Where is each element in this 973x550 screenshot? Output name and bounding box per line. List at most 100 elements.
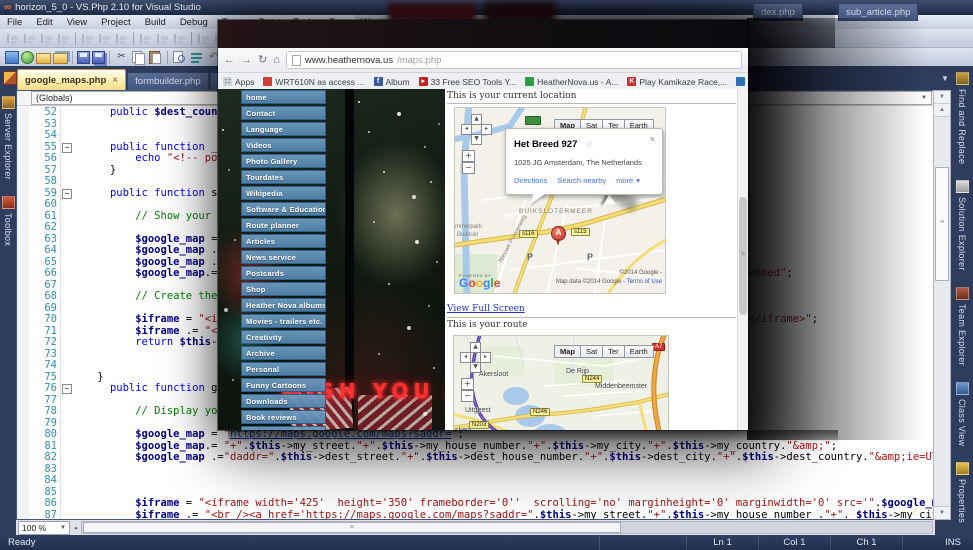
site-menu-videos[interactable]: Videos: [241, 138, 326, 152]
bookmark-apps[interactable]: ∷Apps: [223, 77, 254, 87]
site-menu-photo-gallery[interactable]: Photo Gallery: [241, 154, 326, 168]
close-icon[interactable]: ×: [650, 134, 655, 144]
home-icon[interactable]: ⌂: [273, 55, 280, 66]
collapse-icon[interactable]: −: [62, 143, 72, 153]
bookmark-eicra-com-web-de[interactable]: Eicra.com - Web De...: [736, 77, 748, 87]
site-menu-news-service[interactable]: News service: [241, 250, 326, 264]
indicator-margin[interactable]: [17, 153, 29, 165]
browser-scrollbar[interactable]: ≡: [737, 89, 748, 430]
align-lefts-icon[interactable]: [5, 32, 20, 45]
indicator-margin[interactable]: [17, 452, 29, 464]
indicator-margin[interactable]: [17, 291, 29, 303]
menu-edit[interactable]: Edit: [29, 15, 59, 29]
code-line-82[interactable]: 82 $google_map .="daddr=".$this->dest_st…: [17, 452, 934, 464]
bookmark-album[interactable]: fAlbum: [374, 77, 410, 87]
browser-scroll-thumb[interactable]: ≡: [739, 197, 747, 315]
indicator-margin[interactable]: [17, 268, 29, 280]
site-menu-movies-trailers-etc[interactable]: Movies - trailers etc.: [241, 314, 326, 328]
site-menu-creativity[interactable]: Creativity: [241, 330, 326, 344]
save-icon[interactable]: [77, 51, 90, 64]
scroll-up-icon[interactable]: ▲: [934, 104, 950, 117]
editor-vertical-scrollbar[interactable]: ▼ ▲ ≡ ▼: [933, 90, 951, 520]
indicator-margin[interactable]: [17, 314, 29, 326]
indicator-margin[interactable]: [17, 119, 29, 131]
menu-view[interactable]: View: [60, 15, 94, 29]
new-folder-icon[interactable]: [53, 53, 68, 64]
menu-build[interactable]: Build: [138, 15, 173, 29]
indicator-margin[interactable]: [17, 406, 29, 418]
site-menu-postcards[interactable]: Postcards: [241, 266, 326, 280]
menu-project[interactable]: Project: [94, 15, 138, 29]
info-link-more[interactable]: more: [616, 176, 633, 185]
terms-of-use-link[interactable]: Terms of Use: [627, 279, 662, 285]
tab-sub-article-php[interactable]: sub_article.php: [838, 3, 918, 21]
code-line-87[interactable]: 87 $iframe .= "<br /><a href='https://ma…: [17, 510, 934, 520]
split-dropdown-icon[interactable]: ▼: [934, 91, 950, 104]
map-type-map-button[interactable]: Map: [554, 345, 581, 358]
indicator-margin[interactable]: [17, 349, 29, 361]
indicator-margin[interactable]: [17, 372, 29, 384]
copy-icon[interactable]: [131, 50, 146, 64]
indicator-margin[interactable]: [17, 510, 29, 520]
bookmark-heathernova-us-a[interactable]: HeatherNova.us - A...: [525, 77, 618, 87]
map-pan-control[interactable]: ▲ ◂ ▸ ▼ + −: [461, 114, 491, 204]
browser-window[interactable]: ← → ↻ ⌂ www.heathernova.us/maps.php ∷App…: [218, 20, 748, 430]
panel-tab-class-view[interactable]: Class View: [951, 374, 973, 454]
menu-file[interactable]: File: [0, 15, 29, 29]
indicator-margin[interactable]: [17, 199, 29, 211]
panel-tab-solution-explorer[interactable]: Solution Explorer: [951, 172, 973, 279]
save-all-icon[interactable]: [92, 51, 105, 64]
indicator-margin[interactable]: [17, 234, 29, 246]
scroll-down-icon[interactable]: ▼: [934, 506, 950, 519]
indicator-margin[interactable]: [17, 142, 29, 154]
find-icon[interactable]: [172, 50, 187, 64]
indicator-margin[interactable]: [17, 464, 29, 476]
site-menu-funny-cartoons[interactable]: Funny Cartoons: [241, 378, 326, 392]
indicator-margin[interactable]: [17, 222, 29, 234]
map-marker-a[interactable]: A: [551, 226, 566, 241]
site-menu-language[interactable]: Language: [241, 122, 326, 136]
indicator-margin[interactable]: [17, 337, 29, 349]
start-page-icon[interactable]: [21, 51, 34, 64]
reload-icon[interactable]: ↻: [258, 55, 267, 66]
site-menu-home[interactable]: home: [241, 90, 326, 104]
scroll-left-icon[interactable]: ◂: [70, 524, 81, 532]
info-link-directions[interactable]: Directions: [514, 176, 547, 185]
back-icon[interactable]: ←: [224, 55, 235, 66]
make-same-size-icon[interactable]: [172, 32, 187, 45]
map-type-earth-button[interactable]: Earth: [625, 345, 654, 358]
site-menu-tourdates[interactable]: Tourdates: [241, 170, 326, 184]
bookmark-play-kamikaze-race[interactable]: KPlay Kamikaze Race,...: [627, 77, 727, 87]
indicator-margin[interactable]: [17, 165, 29, 177]
bookmark-wrt610n-as-access[interactable]: WRT610N as access ...: [263, 77, 364, 87]
site-menu-personal[interactable]: Personal: [241, 362, 326, 376]
site-menu-heather-nova-albums[interactable]: Heather Nova albums: [241, 298, 326, 312]
pan-down-icon[interactable]: ▼: [470, 362, 481, 373]
indicator-margin[interactable]: [17, 487, 29, 499]
indicator-margin[interactable]: [17, 395, 29, 407]
indicator-margin[interactable]: [17, 188, 29, 200]
site-menu-wikipedia[interactable]: Wikipedia: [241, 186, 326, 200]
make-same-width-icon[interactable]: [114, 32, 129, 45]
align-rights-icon[interactable]: [39, 32, 54, 45]
indicator-margin[interactable]: [17, 303, 29, 315]
zoom-out-icon[interactable]: −: [462, 162, 475, 174]
site-menu-mail[interactable]: Mail: [241, 426, 326, 430]
align-middles-icon[interactable]: [80, 32, 95, 45]
map-type-ter-button[interactable]: Ter: [603, 345, 624, 358]
code-line-83[interactable]: 83: [17, 464, 934, 476]
zoom-out-icon[interactable]: −: [461, 390, 474, 402]
pan-down-icon[interactable]: ▼: [471, 134, 482, 145]
indicator-margin[interactable]: [17, 429, 29, 441]
indicator-margin[interactable]: [17, 130, 29, 142]
close-icon[interactable]: ×: [112, 75, 118, 86]
panel-tab-properties[interactable]: Properties: [951, 454, 973, 531]
site-menu-downloads[interactable]: Downloads: [241, 394, 326, 408]
site-menu-route-planner[interactable]: Route planner: [241, 218, 326, 232]
indicator-margin[interactable]: [17, 257, 29, 269]
code-line-84[interactable]: 84: [17, 475, 934, 487]
size-to-grid-icon[interactable]: [138, 32, 153, 45]
indicator-margin[interactable]: [17, 280, 29, 292]
bookmark-33-free-seo-tools-y[interactable]: ▸33 Free SEO Tools Y...: [419, 77, 517, 87]
panel-tab-team-explorer[interactable]: Team Explorer: [951, 279, 973, 374]
